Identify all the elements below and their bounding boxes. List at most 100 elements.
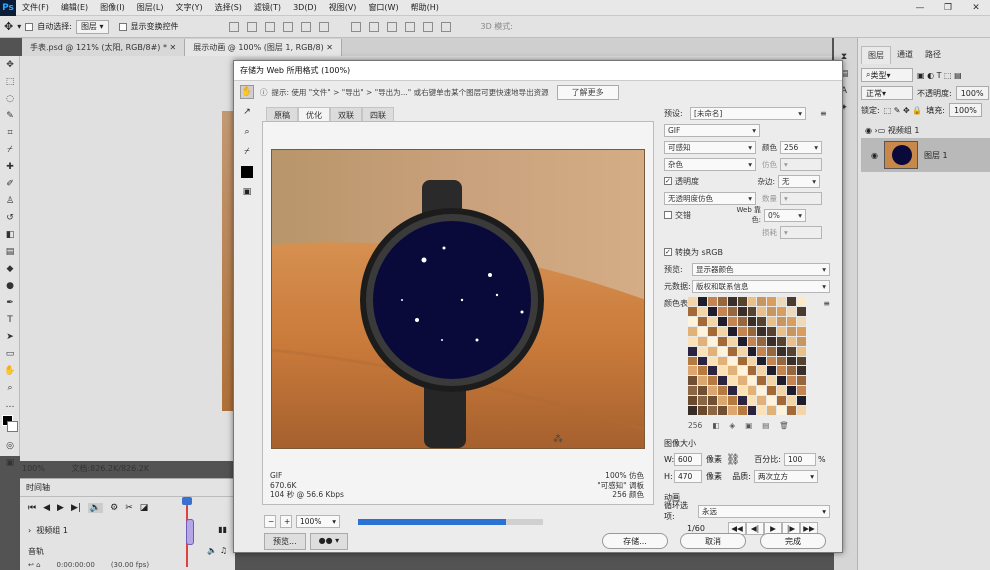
color-swatch[interactable] [767, 366, 777, 376]
color-swatch[interactable] [737, 356, 747, 366]
hand-tool-icon[interactable]: ✋ [240, 85, 254, 99]
render-icon[interactable]: ↩ ⌂ [28, 561, 41, 569]
color-swatch[interactable] [688, 396, 697, 406]
playhead-handle[interactable] [182, 497, 192, 505]
align-center-icon[interactable] [300, 21, 311, 32]
color-swatch[interactable] [787, 376, 797, 386]
color-swatch[interactable] [697, 366, 707, 376]
distribute-right-icon[interactable] [440, 21, 451, 32]
color-swatch[interactable] [727, 376, 737, 386]
color-table[interactable] [688, 297, 806, 415]
color-swatch[interactable] [747, 386, 757, 396]
opacity-field[interactable]: 100% [955, 86, 989, 100]
color-swatch[interactable] [737, 336, 747, 346]
color-swatch[interactable] [747, 306, 757, 316]
color-swatch[interactable] [797, 406, 806, 415]
color-swatch[interactable] [697, 336, 707, 346]
transform-controls-checkbox[interactable] [118, 22, 127, 31]
color-swatch[interactable] [707, 406, 717, 415]
color-swatch[interactable] [747, 356, 757, 366]
color-swatch[interactable] [727, 386, 737, 396]
color-swatch[interactable] [757, 306, 767, 316]
color-swatch[interactable] [688, 346, 697, 356]
colors-field[interactable]: 256 ▾ [780, 140, 822, 154]
color-swatch[interactable] [717, 297, 727, 306]
color-swatch[interactable] [707, 386, 717, 396]
first-frame-icon[interactable]: ⏮ [28, 503, 36, 513]
settings-gear-icon[interactable]: ⚙ [110, 503, 118, 513]
menu-item[interactable]: 文件(F) [16, 0, 55, 16]
color-swatch[interactable] [717, 306, 727, 316]
menu-item[interactable]: 文字(Y) [169, 0, 208, 16]
color-swatch[interactable] [787, 406, 797, 415]
quick-mask-icon[interactable]: ◎ [0, 437, 20, 454]
color-swatch[interactable] [767, 406, 777, 415]
color-swatch[interactable] [717, 316, 727, 326]
color-swatch[interactable] [737, 326, 747, 336]
color-swatch[interactable] [777, 376, 787, 386]
gradient-tool-icon[interactable]: ▤ [0, 243, 20, 260]
lossy-field[interactable]: ▾ [780, 225, 822, 239]
preview-area[interactable]: ⁂ [262, 121, 654, 505]
menu-item[interactable]: 图层(L) [131, 0, 170, 16]
menu-item[interactable]: 窗口(W) [362, 0, 404, 16]
color-swatch[interactable] [688, 386, 697, 396]
color-swatch[interactable] [797, 326, 806, 336]
color-swatch[interactable] [737, 366, 747, 376]
color-swatch[interactable] [727, 356, 737, 366]
color-swatch[interactable] [688, 356, 697, 366]
color-swatch[interactable] [787, 316, 797, 326]
lock-color-icon[interactable]: ▣ [745, 421, 752, 430]
cancel-button[interactable]: 取消 [680, 533, 746, 549]
maximize-button[interactable]: ❐ [934, 0, 962, 16]
video-group-row[interactable]: › 视频组 1 ▮▮ [20, 519, 235, 542]
color-swatch[interactable] [727, 326, 737, 336]
transparency-dither-select[interactable]: 无透明度仿色 ▾ [664, 191, 756, 205]
close-button[interactable]: ✕ [962, 0, 990, 16]
color-swatch[interactable] [747, 297, 757, 306]
color-swatch[interactable] [797, 346, 806, 356]
color-swatch[interactable] [737, 316, 747, 326]
blur-tool-icon[interactable]: ◆ [0, 260, 20, 277]
music-note-icon[interactable]: 🔈 ♫ [207, 546, 227, 557]
fill-field[interactable]: 100% [948, 103, 982, 117]
color-swatch[interactable] [777, 346, 787, 356]
dither-field[interactable]: ▾ [780, 157, 822, 171]
video-clip[interactable] [186, 519, 194, 545]
audio-track-row[interactable]: 音轨 🔈 ♫ [20, 542, 235, 561]
convert-srgb-checkbox[interactable]: ✓ [664, 248, 672, 256]
preset-select[interactable]: [未命名] ▾ [690, 106, 806, 120]
eraser-tool-icon[interactable]: ◧ [0, 226, 20, 243]
tab-layers[interactable]: 图层 [861, 46, 891, 64]
color-swatch[interactable] [737, 406, 747, 415]
color-swatch[interactable] [707, 326, 717, 336]
eyedropper-color-swatch[interactable] [240, 165, 254, 179]
map-color-icon[interactable]: ◧ [712, 421, 719, 430]
color-swatch[interactable] [697, 386, 707, 396]
color-swatch[interactable] [787, 346, 797, 356]
align-left-icon[interactable] [282, 21, 293, 32]
layer-row-group[interactable]: ◉ ›▭ 视频组 1 [861, 123, 990, 138]
color-swatch[interactable] [777, 406, 787, 415]
web-shift-icon[interactable]: ◈ [729, 421, 735, 430]
color-swatch[interactable] [777, 306, 787, 316]
color-swatch[interactable] [717, 356, 727, 366]
color-swatch[interactable] [797, 336, 806, 346]
crop-tool-icon[interactable]: ⌗ [0, 124, 20, 141]
layer-select[interactable]: 图层 ▾ [75, 19, 109, 34]
color-swatch[interactable] [777, 356, 787, 366]
move-tool-icon[interactable]: ✥ [0, 56, 20, 73]
color-swatch[interactable] [747, 376, 757, 386]
transition-icon[interactable]: ◪ [140, 503, 149, 513]
color-swatch[interactable] [747, 326, 757, 336]
color-swatch[interactable] [767, 297, 777, 306]
color-swatch[interactable] [757, 346, 767, 356]
hand-tool-icon[interactable]: ✋ [0, 362, 20, 379]
color-swatch[interactable] [797, 396, 806, 406]
color-swatch[interactable] [757, 356, 767, 366]
zoom-tool-icon[interactable]: ⌕ [240, 125, 254, 139]
color-swatch[interactable] [707, 346, 717, 356]
stamp-tool-icon[interactable]: ♙ [0, 192, 20, 209]
toggle-slices-icon[interactable]: ▣ [240, 185, 254, 199]
color-swatch[interactable] [737, 306, 747, 316]
